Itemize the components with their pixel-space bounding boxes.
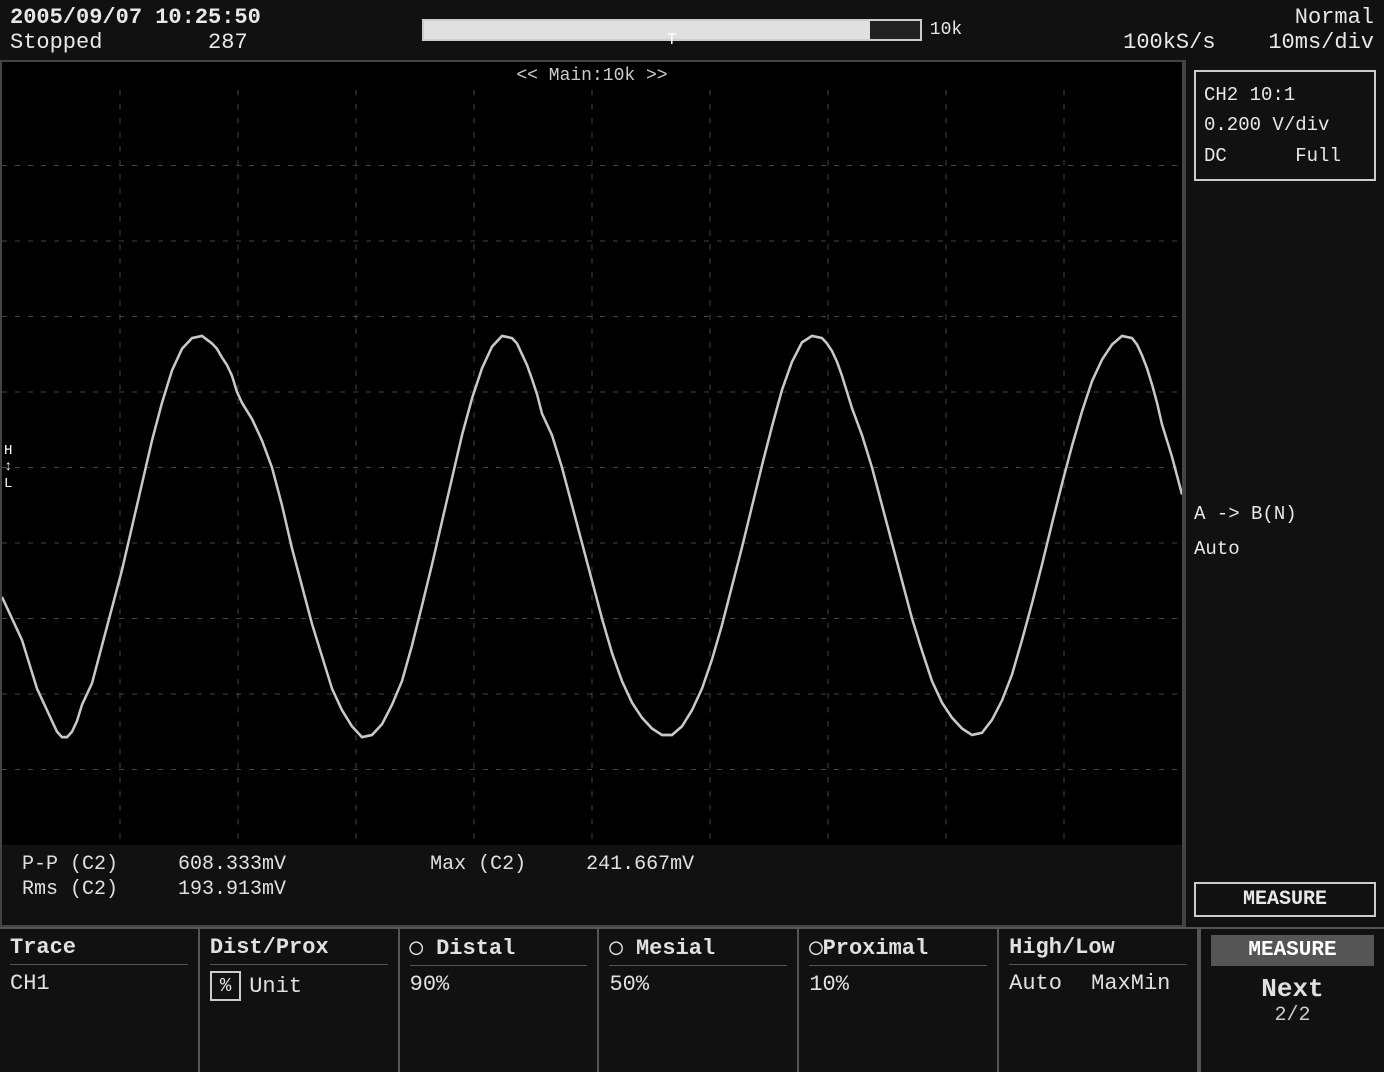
distprox-title: Dist/Prox xyxy=(210,935,388,965)
trace-value: CH1 xyxy=(10,971,188,996)
trigger-line2: Auto xyxy=(1194,532,1376,566)
top-center: T 10k xyxy=(422,19,962,41)
status: Stopped 287 xyxy=(10,30,261,55)
measurement-row1: P-P (C2) 608.333mV Max (C2) 241.667mV xyxy=(22,853,1162,876)
proximal-title: ◯Proximal xyxy=(809,935,987,966)
trigger-label: H ↕ L xyxy=(4,442,12,492)
content-row: << Main:10k >> xyxy=(0,60,1384,927)
progress-label: 10k xyxy=(930,20,962,40)
rate: 100kS/s 10ms/div xyxy=(1123,30,1374,55)
next-label[interactable]: Next xyxy=(1211,974,1374,1004)
ch2-coupling: DC Full xyxy=(1204,141,1366,171)
mode: Normal xyxy=(1295,5,1374,30)
right-panel: CH2 10:1 0.200 V/div DC Full A -> B(N) A… xyxy=(1184,60,1384,927)
bottom-cell-distal[interactable]: ◯ Distal 90% xyxy=(400,929,600,1072)
progress-bar-inner xyxy=(424,21,870,39)
progress-bar-outer: T xyxy=(422,19,922,41)
pp-value: 608.333mV xyxy=(178,853,286,876)
bottom-cell-mesial[interactable]: ◯ Mesial 50% xyxy=(599,929,799,1072)
bottom-cell-trace[interactable]: Trace CH1 xyxy=(0,929,200,1072)
ch2-probe: CH2 10:1 xyxy=(1204,80,1366,110)
main-container: 2005/09/07 10:25:50 Stopped 287 T 10k No… xyxy=(0,0,1384,1072)
max-label: Max (C2) xyxy=(430,853,526,876)
rms-label: Rms (C2) xyxy=(22,878,118,901)
measurement-row2: Rms (C2) 193.913mV xyxy=(22,878,1162,901)
top-right: Normal 100kS/s 10ms/div xyxy=(1123,5,1374,55)
trigger-info: A -> B(N) Auto xyxy=(1194,497,1376,565)
oscilloscope-area: << Main:10k >> xyxy=(0,60,1184,927)
bottom-cell-highlow[interactable]: High/Low Auto MaxMin xyxy=(999,929,1199,1072)
rms-value: 193.913mV xyxy=(178,878,286,901)
highlow-title: High/Low xyxy=(1009,935,1187,965)
distal-value: 90% xyxy=(410,972,588,997)
trace-title: Trace xyxy=(10,935,188,965)
trigger-marker: T xyxy=(667,31,677,49)
bottom-cell-measure[interactable]: MEASURE Next 2/2 xyxy=(1199,929,1384,1072)
trigger-line1: A -> B(N) xyxy=(1194,497,1376,531)
top-bar: 2005/09/07 10:25:50 Stopped 287 T 10k No… xyxy=(0,0,1384,60)
main-label: << Main:10k >> xyxy=(2,62,1182,90)
signal-svg xyxy=(2,90,1182,845)
unit-box[interactable]: % xyxy=(210,971,241,1001)
measure-label-box: MEASURE xyxy=(1194,882,1376,917)
ch2-info: CH2 10:1 0.200 V/div DC Full xyxy=(1194,70,1376,181)
proximal-value: 10% xyxy=(809,972,987,997)
bottom-bar: Trace CH1 Dist/Prox % Unit ◯ Distal 90% xyxy=(0,927,1384,1072)
scope-display: H ↕ L xyxy=(2,90,1182,845)
distprox-value: % Unit xyxy=(210,971,388,1001)
measure-header: MEASURE xyxy=(1211,935,1374,966)
top-left: 2005/09/07 10:25:50 Stopped 287 xyxy=(10,5,261,55)
pp-label: P-P (C2) xyxy=(22,853,118,876)
mesial-title: ◯ Mesial xyxy=(609,935,787,966)
ch2-voltage: 0.200 V/div xyxy=(1204,110,1366,140)
highlow-value: Auto MaxMin xyxy=(1009,971,1187,996)
max-value: 241.667mV xyxy=(586,853,694,876)
datetime: 2005/09/07 10:25:50 xyxy=(10,5,261,30)
measurements-bar: P-P (C2) 608.333mV Max (C2) 241.667mV Rm… xyxy=(2,845,1182,925)
bottom-cell-proximal[interactable]: ◯Proximal 10% xyxy=(799,929,999,1072)
next-page: 2/2 xyxy=(1211,1004,1374,1027)
bottom-cell-distprox[interactable]: Dist/Prox % Unit xyxy=(200,929,400,1072)
progress-bar-container: T 10k xyxy=(422,19,962,41)
mesial-value: 50% xyxy=(609,972,787,997)
distal-title: ◯ Distal xyxy=(410,935,588,966)
